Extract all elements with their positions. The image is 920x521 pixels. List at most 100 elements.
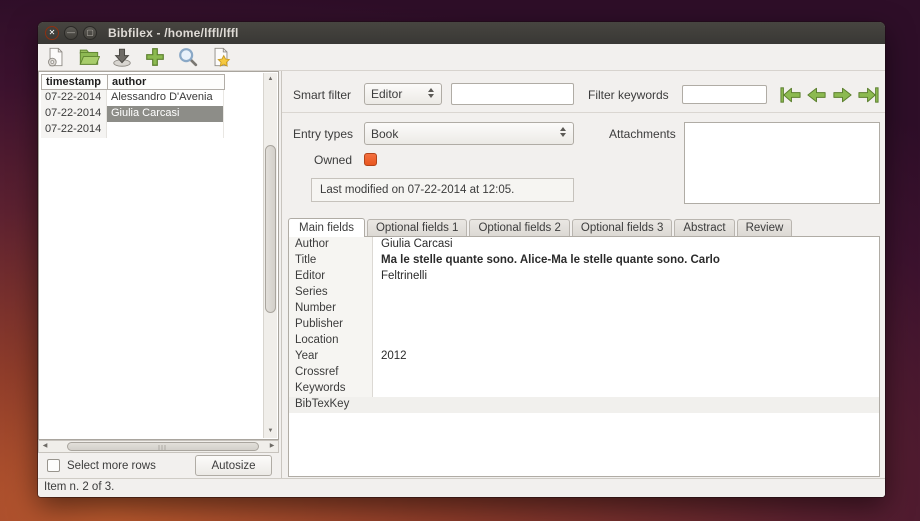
vertical-scrollbar[interactable]: ▲ ▼	[263, 73, 277, 438]
cell-author[interactable]	[107, 122, 224, 138]
field-row-year[interactable]: Year2012	[289, 349, 879, 365]
fields-list: AuthorGiulia CarcasiTitleMa le stelle qu…	[289, 237, 879, 413]
maximize-button[interactable]: ▢	[83, 26, 97, 40]
field-value[interactable]: Giulia Carcasi	[373, 237, 879, 253]
add-item-button[interactable]	[142, 45, 168, 69]
left-controls: Select more rows Autosize	[38, 453, 281, 478]
cell-timestamp[interactable]: 07-22-2014	[41, 122, 107, 138]
record-navigation	[779, 84, 880, 105]
open-file-button[interactable]	[76, 45, 102, 69]
field-value[interactable]	[373, 397, 879, 413]
column-header-author[interactable]: author	[108, 74, 225, 90]
first-record-icon	[779, 85, 802, 105]
filter-keywords-label: Filter keywords	[588, 88, 669, 102]
minimize-button[interactable]: —	[64, 26, 78, 40]
smart-filter-input[interactable]	[451, 83, 574, 105]
field-label: Editor	[289, 269, 373, 285]
entries-table[interactable]: timestamp author 07-22-2014Alessandro D'…	[38, 71, 279, 440]
smart-filter-dropdown[interactable]: Editor	[364, 83, 442, 105]
previous-record-button[interactable]	[805, 84, 828, 105]
desktop-background: ✕ — ▢ Bibfilex - /home/lffl/lffl	[0, 0, 920, 521]
first-record-button[interactable]	[779, 84, 802, 105]
tab-optional-fields-1[interactable]: Optional fields 1	[367, 219, 467, 236]
field-value[interactable]	[373, 365, 879, 381]
status-text: Item n. 2 of 3.	[44, 481, 114, 493]
field-value[interactable]	[373, 317, 879, 333]
new-item-star-icon	[210, 46, 232, 68]
field-row-keywords[interactable]: Keywords	[289, 381, 879, 397]
new-file-icon	[45, 46, 67, 68]
owned-label: Owned	[314, 153, 352, 167]
main-content: timestamp author 07-22-2014Alessandro D'…	[38, 71, 885, 478]
field-label: Keywords	[289, 381, 373, 397]
field-row-publisher[interactable]: Publisher	[289, 317, 879, 333]
scroll-down-icon[interactable]: ▼	[264, 425, 277, 437]
field-row-editor[interactable]: EditorFeltrinelli	[289, 269, 879, 285]
entries-table-body: 07-22-2014Alessandro D'Avenia07-22-2014G…	[41, 90, 278, 138]
field-value[interactable]: 2012	[373, 349, 879, 365]
field-value[interactable]	[373, 333, 879, 349]
previous-record-icon	[805, 85, 828, 105]
filter-keywords-input[interactable]	[682, 85, 767, 104]
close-button[interactable]: ✕	[45, 26, 59, 40]
app-window: ✕ — ▢ Bibfilex - /home/lffl/lffl	[38, 22, 885, 497]
horizontal-scroll-thumb[interactable]	[67, 442, 259, 451]
new-item-button[interactable]	[208, 45, 234, 69]
open-folder-icon	[78, 46, 100, 68]
entry-types-label: Entry types	[293, 127, 353, 141]
table-row[interactable]: 07-22-2014Giulia Carcasi	[41, 106, 278, 122]
next-record-button[interactable]	[831, 84, 854, 105]
cell-timestamp[interactable]: 07-22-2014	[41, 106, 107, 122]
table-row[interactable]: 07-22-2014	[41, 122, 278, 138]
field-row-title[interactable]: TitleMa le stelle quante sono. Alice-Ma …	[289, 253, 879, 269]
titlebar[interactable]: ✕ — ▢ Bibfilex - /home/lffl/lffl	[38, 22, 885, 44]
field-label: Publisher	[289, 317, 373, 333]
tab-abstract[interactable]: Abstract	[674, 219, 734, 236]
vertical-scroll-thumb[interactable]	[265, 145, 276, 313]
new-file-button[interactable]	[43, 45, 69, 69]
entry-types-dropdown[interactable]: Book	[364, 122, 574, 145]
details-panel: Smart filter Editor Filter keywords	[281, 71, 885, 478]
field-value[interactable]	[373, 301, 879, 317]
scroll-right-icon[interactable]: ▶	[266, 441, 278, 452]
select-more-rows-checkbox[interactable]	[47, 459, 60, 472]
window-title: Bibfilex - /home/lffl/lffl	[108, 26, 239, 40]
scroll-up-icon[interactable]: ▲	[264, 73, 277, 85]
field-row-location[interactable]: Location	[289, 333, 879, 349]
column-header-timestamp[interactable]: timestamp	[42, 74, 108, 90]
field-value[interactable]: Feltrinelli	[373, 269, 879, 285]
table-row[interactable]: 07-22-2014Alessandro D'Avenia	[41, 90, 278, 106]
main-fields-panel: AuthorGiulia CarcasiTitleMa le stelle qu…	[288, 236, 880, 477]
entry-types-value: Book	[371, 127, 398, 141]
table-header: timestamp author	[41, 74, 225, 90]
select-more-rows-label: Select more rows	[67, 460, 156, 472]
smart-filter-label: Smart filter	[293, 88, 351, 102]
cell-author[interactable]: Alessandro D'Avenia	[107, 90, 224, 106]
field-label: Location	[289, 333, 373, 349]
search-button[interactable]	[175, 45, 201, 69]
field-row-crossref[interactable]: Crossref	[289, 365, 879, 381]
field-row-author[interactable]: AuthorGiulia Carcasi	[289, 237, 879, 253]
field-row-bibtexkey[interactable]: BibTexKey	[289, 397, 879, 413]
scroll-left-icon[interactable]: ◀	[39, 441, 51, 452]
field-row-series[interactable]: Series	[289, 285, 879, 301]
last-record-button[interactable]	[857, 84, 880, 105]
field-value[interactable]	[373, 285, 879, 301]
field-label: BibTexKey	[289, 397, 373, 413]
entries-panel: timestamp author 07-22-2014Alessandro D'…	[38, 71, 281, 478]
tab-review[interactable]: Review	[737, 219, 793, 236]
cell-timestamp[interactable]: 07-22-2014	[41, 90, 107, 106]
owned-checkbox[interactable]	[364, 153, 377, 166]
horizontal-scrollbar[interactable]: ◀ ▶	[38, 440, 279, 453]
field-row-number[interactable]: Number	[289, 301, 879, 317]
tab-optional-fields-2[interactable]: Optional fields 2	[469, 219, 569, 236]
tab-main-fields[interactable]: Main fields	[288, 218, 365, 237]
field-value[interactable]: Ma le stelle quante sono. Alice-Ma le st…	[373, 253, 879, 269]
tab-optional-fields-3[interactable]: Optional fields 3	[572, 219, 672, 236]
cell-author[interactable]: Giulia Carcasi	[107, 106, 224, 122]
attachments-list[interactable]	[684, 122, 880, 204]
autosize-button[interactable]: Autosize	[195, 455, 272, 476]
save-file-button[interactable]	[109, 45, 135, 69]
field-value[interactable]	[373, 381, 879, 397]
field-label: Title	[289, 253, 373, 269]
